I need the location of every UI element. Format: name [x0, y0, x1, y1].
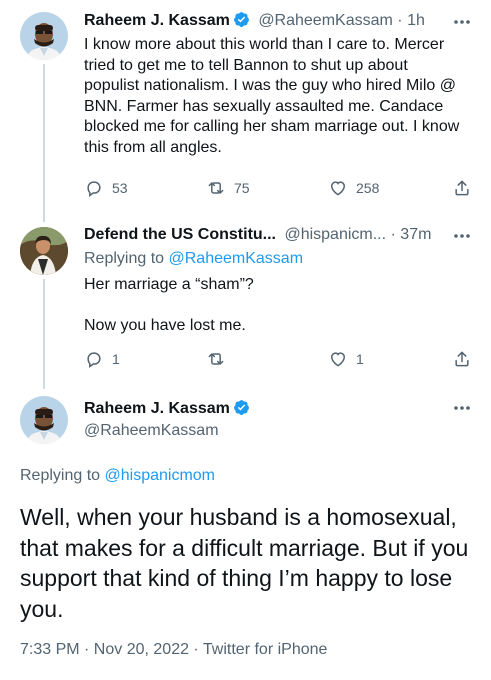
handle[interactable]: @RaheemKassam — [258, 12, 393, 29]
avatar-raheem[interactable] — [20, 396, 68, 444]
retweet-icon — [208, 182, 224, 194]
avatar-hispanicmom[interactable] — [20, 227, 68, 275]
handle[interactable]: @RaheemKassam — [84, 422, 219, 440]
more-icon[interactable] — [452, 12, 472, 32]
share-icon — [455, 351, 469, 367]
verified-badge-icon — [233, 399, 250, 416]
more-icon[interactable] — [452, 226, 472, 246]
like-icon — [330, 352, 346, 367]
display-name[interactable]: Raheem J. Kassam — [84, 400, 230, 417]
like-count: 258 — [356, 180, 380, 196]
retweet-icon — [208, 353, 224, 365]
replying-to: Replying to @RaheemKassam — [84, 249, 303, 269]
like-icon — [330, 181, 346, 196]
reply-icon — [87, 352, 101, 368]
share-button[interactable] — [452, 178, 472, 198]
reply-count: 53 — [112, 180, 128, 196]
like-button[interactable]: 258 — [328, 178, 379, 198]
tweet-3-text: Well, when your husband is a homosexual,… — [20, 504, 469, 622]
reply-count: 1 — [112, 351, 120, 367]
retweet-count: 75 — [234, 180, 250, 196]
tweet-time[interactable]: 1h — [407, 12, 425, 29]
share-icon — [455, 180, 469, 196]
tweet-2-line-1: Her marriage a “sham”? — [84, 276, 254, 293]
separator-dot: · — [390, 226, 401, 243]
retweet-button[interactable] — [206, 349, 226, 369]
tweet-2-line-2: Now you have lost me. — [84, 317, 246, 334]
avatar-raheem[interactable] — [20, 12, 68, 60]
display-name[interactable]: Raheem J. Kassam — [84, 12, 230, 29]
tweet-1-text: I know more about this world than I care… — [84, 36, 460, 156]
replying-to-link[interactable]: @RaheemKassam — [169, 250, 304, 267]
retweet-button[interactable]: 75 — [206, 178, 250, 198]
replying-to-label: Replying to — [20, 467, 105, 484]
separator-dot: · — [397, 12, 408, 29]
handle[interactable]: @hispanicm... — [284, 226, 386, 243]
like-count: 1 — [356, 351, 364, 367]
replying-to-link[interactable]: @hispanicmom — [105, 467, 216, 484]
replying-to: Replying to @hispanicmom — [20, 466, 215, 486]
tweet-3-timestamp[interactable]: 7:33 PM · Nov 20, 2022 · Twitter for iPh… — [20, 641, 327, 659]
thread-line-1 — [43, 64, 45, 222]
more-icon[interactable] — [452, 398, 472, 418]
tweet-1-header: Raheem J. Kassam @RaheemKassam · 1h — [84, 11, 425, 30]
replying-to-label: Replying to — [84, 250, 169, 267]
share-button[interactable] — [452, 349, 472, 369]
thread-line-2 — [43, 279, 45, 389]
reply-icon — [87, 181, 101, 197]
tweet-2-header: Defend the US Constitu... @hispanicm... … — [84, 226, 431, 244]
verified-badge-icon — [233, 11, 250, 28]
reply-button[interactable]: 1 — [84, 349, 120, 369]
tweet-3-header: Raheem J. Kassam — [84, 399, 250, 418]
display-name[interactable]: Defend the US Constitu... — [84, 226, 276, 243]
like-button[interactable]: 1 — [328, 349, 364, 369]
reply-button[interactable]: 53 — [84, 178, 128, 198]
tweet-time[interactable]: 37m — [400, 226, 431, 243]
